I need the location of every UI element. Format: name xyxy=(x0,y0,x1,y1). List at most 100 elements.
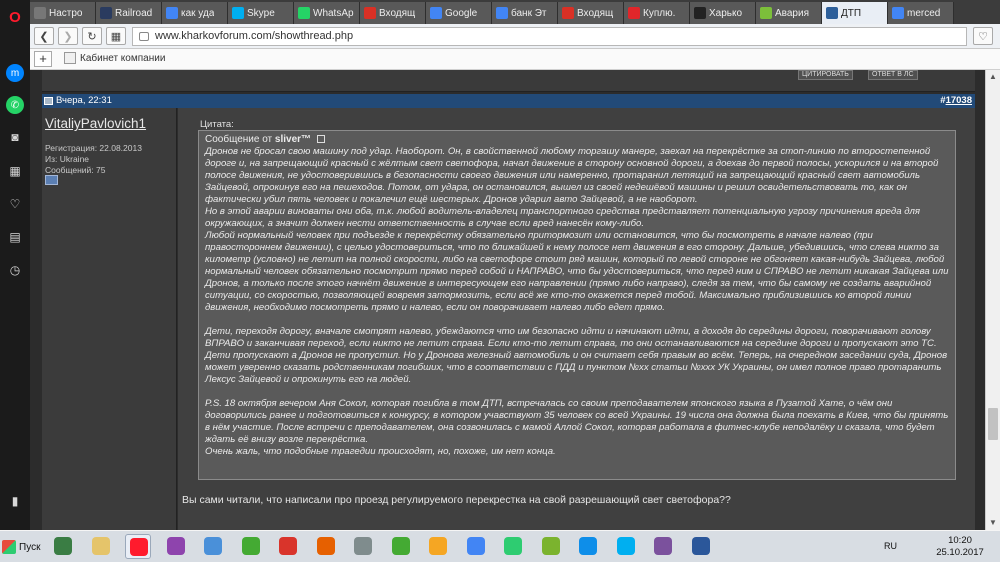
browser-tab[interactable]: Авария xyxy=(756,2,822,24)
app-icon-glyph xyxy=(54,537,72,555)
username-link[interactable]: VitaliyPavlovich1 xyxy=(45,116,146,131)
quote-button[interactable]: ЦИТИРОВАТЬ xyxy=(798,70,853,80)
viber-icon[interactable] xyxy=(650,534,676,559)
history-icon[interactable]: ◷ xyxy=(6,261,24,279)
tab-favicon-icon xyxy=(298,7,310,19)
forward-button[interactable]: ❯ xyxy=(58,27,78,45)
speed-dial-button[interactable]: ▦ xyxy=(106,27,126,45)
quote-paragraph: P.S. 18 октября вечером Аня Сокол, котор… xyxy=(205,398,949,445)
tab-label: Google xyxy=(445,7,478,19)
tab-favicon-icon xyxy=(694,7,706,19)
tab-favicon-icon xyxy=(826,7,838,19)
browser-tab[interactable]: Харько xyxy=(690,2,756,24)
bookmark-heart-button[interactable]: ♡ xyxy=(973,27,993,45)
view-post-icon[interactable] xyxy=(316,135,325,144)
clock-time: 10:20 xyxy=(948,535,972,546)
media-icon[interactable] xyxy=(200,534,226,559)
user-info-panel: VitaliyPavlovich1 Регистрация: 22.08.201… xyxy=(42,108,177,530)
page-info-icon[interactable] xyxy=(139,32,149,41)
teamviewer-icon[interactable] xyxy=(575,534,601,559)
tab-label: как уда xyxy=(181,7,215,19)
whatsapp-icon[interactable]: ✆ xyxy=(6,96,24,114)
quote-label: Цитата: xyxy=(200,119,234,130)
acrobat-icon-glyph xyxy=(279,537,297,555)
user-registration: Регистрация: 22.08.2013 xyxy=(45,143,142,153)
browser-tab[interactable]: Skype xyxy=(228,2,294,24)
scroll-up-icon[interactable]: ▲ xyxy=(986,70,1000,84)
app-icon[interactable] xyxy=(50,534,76,559)
pm-reply-button[interactable]: ОТВЕТ В ЛС xyxy=(868,70,918,80)
tab-label: Куплю. xyxy=(643,7,676,19)
quote-author-line: Сообщение от sliver™ xyxy=(205,134,949,146)
icq-icon[interactable] xyxy=(388,534,414,559)
browser-tab[interactable]: Входящ xyxy=(558,2,624,24)
browser-tab[interactable]: Настро xyxy=(30,2,96,24)
acrobat-icon[interactable] xyxy=(275,534,301,559)
browser-tab[interactable]: merced xyxy=(888,2,954,24)
chrome-icon[interactable] xyxy=(463,534,489,559)
page-icon xyxy=(64,52,76,64)
browser-tab[interactable]: Входящ xyxy=(360,2,426,24)
word-icon[interactable] xyxy=(688,534,714,559)
icq-icon-glyph xyxy=(241,537,260,555)
browser-tab[interactable]: WhatsAp xyxy=(294,2,360,24)
tab-favicon-icon xyxy=(430,7,442,19)
scroll-down-icon[interactable]: ▼ xyxy=(986,516,1000,530)
language-indicator[interactable]: RU xyxy=(884,541,897,551)
reply-text: Вы сами читали, что написали про проезд … xyxy=(182,494,731,506)
start-button[interactable]: Пуск xyxy=(2,536,46,558)
user-location: Из: Ukraine xyxy=(45,154,90,164)
reload-button[interactable]: ↻ xyxy=(82,27,102,45)
opera-icon[interactable] xyxy=(125,534,151,559)
user-messages: Сообщений: 75 xyxy=(45,165,106,175)
back-button[interactable]: ❮ xyxy=(34,27,54,45)
icq-icon[interactable] xyxy=(238,534,264,559)
wechat-icon-glyph xyxy=(541,537,560,555)
firefox-icon-glyph xyxy=(316,537,335,555)
add-bookmark-button[interactable]: + xyxy=(34,51,52,67)
post-body: Цитата: Сообщение от sliver™ Дронов не б… xyxy=(178,108,975,530)
winrar-icon-glyph xyxy=(166,537,185,555)
tab-favicon-icon xyxy=(562,7,574,19)
opera-logo-icon[interactable]: O xyxy=(6,8,24,26)
quote-author: sliver™ xyxy=(274,134,312,145)
system-clock[interactable]: 10:20 25.10.2017 xyxy=(936,535,984,559)
scrollbar-thumb[interactable] xyxy=(988,408,998,440)
tab-label: WhatsAp xyxy=(313,7,354,19)
skype-icon[interactable] xyxy=(613,534,639,559)
post-number-link[interactable]: 17038 xyxy=(946,95,972,106)
mail-agent-icon[interactable] xyxy=(425,534,451,559)
start-label: Пуск xyxy=(19,541,41,553)
mail-agent-icon-glyph xyxy=(429,537,447,555)
folder-icon[interactable] xyxy=(88,534,114,559)
utorrent-icon[interactable] xyxy=(500,534,526,559)
windows-taskbar: Пуск RU 10:20 25.10.2017 xyxy=(0,530,1000,562)
browser-tab[interactable]: Куплю. xyxy=(624,2,690,24)
browser-tab[interactable]: Google xyxy=(426,2,492,24)
windows-flag-icon xyxy=(2,540,16,554)
tab-favicon-icon xyxy=(100,7,112,19)
wechat-icon[interactable] xyxy=(538,534,564,559)
sidebar-toggle-icon[interactable]: ▮ xyxy=(6,492,24,510)
firefox-icon[interactable] xyxy=(313,534,339,559)
post-number[interactable]: #17038 xyxy=(940,95,972,106)
tab-label: банк Эт xyxy=(511,7,547,19)
url-field[interactable]: www.kharkovforum.com/showthread.php xyxy=(132,27,967,46)
page-scrollbar[interactable]: ▲ ▼ xyxy=(985,70,1000,530)
apps-grid-icon[interactable]: ▦ xyxy=(6,162,24,180)
messenger-icon[interactable]: m xyxy=(6,64,24,82)
browser-tab[interactable]: ДТП xyxy=(822,2,888,24)
tab-label: Skype xyxy=(247,7,275,19)
browser-tab[interactable]: банк Эт xyxy=(492,2,558,24)
usb-icon[interactable] xyxy=(350,534,376,559)
bookmark-item[interactable]: Кабинет компании xyxy=(64,52,165,64)
tab-label: Входящ xyxy=(379,7,416,19)
tab-label: Харько xyxy=(709,7,743,19)
camera-icon[interactable]: ◙ xyxy=(6,128,24,146)
heart-icon[interactable]: ♡ xyxy=(6,195,24,213)
post-icon xyxy=(44,96,53,105)
browser-tab[interactable]: Railroad xyxy=(96,2,162,24)
winrar-icon[interactable] xyxy=(163,534,189,559)
news-icon[interactable]: ▤ xyxy=(6,228,24,246)
browser-tab[interactable]: как уда xyxy=(162,2,228,24)
